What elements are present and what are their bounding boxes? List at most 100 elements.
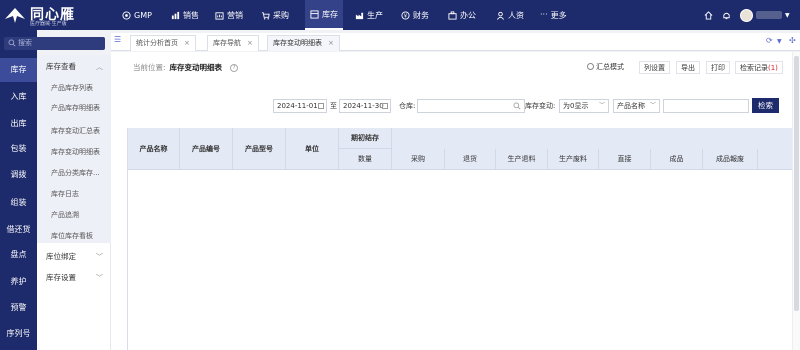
nav-gmp[interactable]: GMP [122, 0, 152, 30]
stock-change-value: 为0显示 [563, 102, 589, 110]
submenu-group-inventory-view[interactable]: 库存查看 ︿ [37, 58, 111, 76]
product-field-select[interactable]: 产品名称 ﹀ [613, 99, 660, 113]
avatar [740, 8, 753, 22]
search-records-button[interactable]: 检索记录(1) [735, 61, 783, 74]
nav-production[interactable]: 生产 [355, 0, 383, 30]
column-header-direct[interactable]: 直接 [599, 149, 651, 170]
sidebar-item-packaging[interactable]: 包装 [0, 137, 37, 161]
submenu-item-category-stock[interactable]: 产品分类库存... [37, 164, 111, 182]
nav-finance[interactable]: ¥ 财务 [401, 0, 429, 30]
help-icon[interactable]: ? [230, 64, 239, 72]
sidebar-item-assembly[interactable]: 组装 [0, 191, 37, 215]
column-group-opening-balance: 期初结存 [339, 128, 392, 149]
close-icon[interactable]: × [247, 39, 253, 47]
close-icon[interactable]: × [184, 39, 190, 47]
table-header: 产品名称 产品编号 产品型号 单位 期初结存 数量 采购 退货 生产退料 生产废… [128, 128, 800, 170]
fullscreen-icon[interactable]: ✣ [789, 36, 796, 45]
scrollbar-thumb[interactable] [794, 56, 799, 311]
office-icon [448, 10, 457, 20]
notification-button[interactable] [722, 0, 731, 30]
sidebar-item-inbound[interactable]: 入库 [0, 85, 37, 109]
column-header-finished[interactable]: 成品 [651, 149, 703, 170]
date-from-field[interactable]: 2024-11-01 [273, 99, 327, 113]
stock-change-label: 库存变动: [525, 102, 556, 110]
nav-office[interactable]: 办公 [448, 0, 476, 30]
sidebar-item-serial[interactable]: 序列号 [0, 322, 37, 346]
print-button[interactable]: 打印 [706, 61, 730, 74]
column-header-production-return[interactable]: 生产退料 [496, 149, 548, 170]
column-header-product-code[interactable]: 产品编号 [180, 128, 233, 170]
hr-icon [496, 11, 505, 20]
nav-label: 财务 [413, 10, 429, 20]
submenu-group-location-binding[interactable]: 库位绑定 ﹀ [37, 248, 111, 266]
nav-label: 库存 [322, 9, 338, 19]
column-header-production-waste[interactable]: 生产废料 [548, 149, 599, 170]
tab-label: 库存变动明细表 [273, 39, 322, 47]
chevron-down-icon: ﹀ [649, 102, 656, 109]
username-blurred [756, 11, 782, 19]
tabs-menu-icon[interactable]: ☰ [114, 35, 121, 44]
product-search-input[interactable] [663, 99, 749, 113]
tab-strip: ☰ 统计分析首页 × 库存导航 × 库存变动明细表 × ⟳ ▼ ✣ [111, 33, 800, 51]
home-button[interactable] [704, 0, 713, 30]
column-settings-button[interactable]: 列设置 [639, 61, 670, 74]
sidebar-item-loan-return[interactable]: 借还货 [0, 218, 37, 242]
sidebar-item-inventory[interactable]: 库存 [0, 58, 37, 82]
submenu-item-stock-log[interactable]: 库存日志 [37, 185, 111, 203]
nav-marketing[interactable]: 营销 [215, 0, 243, 30]
sidebar-item-maintenance[interactable]: 养护 [0, 270, 37, 294]
column-header-product-name[interactable]: 产品名称 [128, 128, 180, 170]
submenu-item-product-stock-list[interactable]: 产品库存列表 [37, 79, 111, 97]
menu-search-input[interactable] [18, 37, 103, 50]
submenu-item-stock-change-detail[interactable]: 库存变动明细表 [37, 143, 111, 161]
refresh-icon[interactable]: ⟳ [766, 36, 773, 45]
nav-inventory[interactable]: 库存 [305, 0, 343, 30]
submenu-item-location-board[interactable]: 库位库存看板 [37, 227, 111, 245]
production-icon [355, 12, 364, 19]
tab-stock-change-detail[interactable]: 库存变动明细表 × [267, 35, 340, 51]
tab-inventory-nav[interactable]: 库存导航 × [207, 35, 259, 51]
tab-stats-home[interactable]: 统计分析首页 × [130, 35, 196, 51]
date-to-value: 2024-11-30 [343, 102, 384, 110]
more-icon: ··· [540, 9, 548, 19]
nav-sales[interactable]: 销售 [171, 0, 199, 30]
breadcrumb: 当前位置: 库存变动明细表? [133, 62, 239, 73]
export-button[interactable]: 导出 [676, 61, 700, 74]
user-menu[interactable]: ▼ [740, 0, 790, 30]
sidebar-item-outbound[interactable]: 出库 [0, 112, 37, 136]
warehouse-field[interactable] [417, 99, 525, 113]
sidebar-item-alerts[interactable]: 预警 [0, 296, 37, 320]
nav-hr[interactable]: 人资 [496, 0, 524, 30]
submenu-group-label: 库位绑定 [46, 252, 76, 261]
column-header-unit[interactable]: 单位 [286, 128, 339, 170]
column-header-purchase[interactable]: 采购 [392, 149, 445, 170]
stock-change-select[interactable]: 为0显示 ﹀ [559, 99, 609, 113]
submenu-group-label: 库存设置 [46, 273, 76, 282]
page-title: 库存变动明细表 [169, 63, 223, 72]
submenu-item-stock-change-summary[interactable]: 库存变动汇总表 [37, 122, 111, 140]
sidebar-item-stocktake[interactable]: 盘点 [0, 243, 37, 267]
submenu-item-product-stock-detail[interactable]: 产品库存明细表 [37, 99, 111, 117]
top-navigation-bar: 同心雁 医疗器械·生产版 GMP 销售 营销 采购 库存 生产 ¥ 财务 办公 … [0, 0, 800, 30]
chevron-down-icon: ▼ [785, 11, 790, 19]
nav-label: GMP [134, 10, 152, 20]
column-header-quantity[interactable]: 数量 [339, 149, 392, 170]
nav-purchase[interactable]: 采购 [261, 0, 289, 30]
nav-label: 更多 [550, 10, 567, 20]
submenu-item-product-trace[interactable]: 产品追溯 [37, 206, 111, 224]
summary-mode-toggle[interactable]: 汇总模式 [587, 61, 624, 73]
sidebar-item-transfer[interactable]: 调拨 [0, 163, 37, 187]
column-header-returns[interactable]: 退货 [445, 149, 496, 170]
nav-more[interactable]: ··· 更多 [540, 0, 567, 30]
column-header-product-model[interactable]: 产品型号 [233, 128, 286, 170]
chevron-down-icon[interactable]: ▼ [777, 38, 782, 45]
date-to-field[interactable]: 2024-11-30 [339, 99, 391, 113]
close-icon[interactable]: × [328, 39, 334, 47]
search-button[interactable]: 检索 [752, 98, 779, 113]
date-to-label: 至 [330, 102, 337, 110]
vertical-scrollbar[interactable] [792, 52, 800, 350]
tab-label: 库存导航 [213, 39, 241, 47]
submenu-group-inventory-settings[interactable]: 库存设置 ﹀ [37, 269, 111, 287]
column-header-finished-scrap[interactable]: 成品報废 [703, 149, 758, 170]
app-logo[interactable]: 同心雁 医疗器械·生产版 [4, 3, 112, 27]
